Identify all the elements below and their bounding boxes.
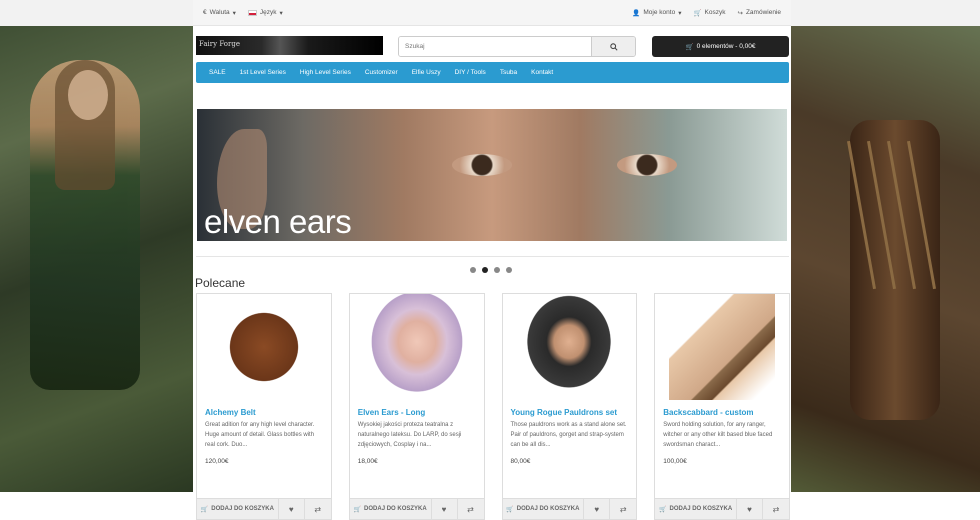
nav-item-diy-tools[interactable]: DIY / Tools bbox=[448, 69, 493, 76]
quiver-figure bbox=[846, 120, 940, 420]
heart-icon: ♥ bbox=[747, 504, 752, 514]
account-label: Moje konto bbox=[643, 9, 676, 16]
header: Fairy Forge 🛒 0 elementów - 0,00€ bbox=[193, 26, 791, 60]
polish-flag-icon bbox=[247, 9, 257, 16]
product-name[interactable]: Young Rogue Pauldrons set bbox=[503, 400, 637, 420]
search-bar bbox=[398, 36, 636, 57]
product-name[interactable]: Backscabbard - custom bbox=[655, 400, 789, 420]
wishlist-button[interactable]: ♥ bbox=[279, 499, 305, 519]
checkout-label: Zamówienie bbox=[745, 9, 781, 16]
product-description: Those pauldrons work as a stand alone se… bbox=[510, 422, 627, 448]
user-icon: 👤 bbox=[632, 9, 641, 17]
wishlist-button[interactable]: ♥ bbox=[584, 499, 611, 519]
cart-icon: 🛒 bbox=[200, 506, 209, 513]
logo-text: Fairy Forge bbox=[199, 40, 240, 48]
cart-link[interactable]: 🛒 Koszyk bbox=[693, 9, 725, 17]
product-card: Elven Ears - Long Wysokiej jakości prote… bbox=[348, 293, 485, 520]
product-price: 18,00€ bbox=[357, 458, 378, 465]
product-description: Wysokiej jakości proteza teatralna z nat… bbox=[357, 422, 462, 448]
heart-icon: ♥ bbox=[441, 504, 447, 514]
hero-banner[interactable]: elven ears bbox=[197, 109, 787, 241]
main-navigation: SALE 1st Level Series High Level Series … bbox=[196, 62, 789, 83]
product-price: 80,00€ bbox=[510, 458, 531, 465]
cart-button-label: 0 elementów - 0,00€ bbox=[696, 43, 756, 50]
exchange-icon: ⇄ bbox=[467, 504, 474, 514]
compare-button[interactable]: ⇄ bbox=[458, 499, 484, 519]
carousel-dot-active[interactable] bbox=[482, 267, 488, 273]
cart-button[interactable]: 🛒 0 elementów - 0,00€ bbox=[652, 36, 789, 57]
product-image[interactable] bbox=[516, 294, 623, 400]
cart-icon: 🛒 bbox=[353, 506, 362, 513]
product-image[interactable] bbox=[669, 294, 776, 400]
page-container: € Waluta ▾ Język ▾ 👤 Moje konto ▾ 🛒 Kosz… bbox=[193, 0, 791, 520]
carousel-dot[interactable] bbox=[470, 267, 476, 273]
banner-caption: elven ears bbox=[204, 203, 352, 240]
add-to-cart-button[interactable]: 🛒 DODAJ DO KOSZYKA bbox=[350, 499, 432, 519]
exchange-icon: ⇄ bbox=[772, 504, 780, 514]
site-logo[interactable]: Fairy Forge bbox=[196, 36, 383, 55]
nav-item-elfie-uszy[interactable]: Elfie Uszy bbox=[405, 69, 448, 76]
nav-item-kontakt[interactable]: Kontakt bbox=[524, 69, 560, 76]
background-image-left bbox=[0, 0, 193, 520]
nav-item-high-level-series[interactable]: High Level Series bbox=[293, 69, 358, 76]
search-button[interactable] bbox=[591, 37, 635, 56]
nav-item-tsuba[interactable]: Tsuba bbox=[493, 69, 524, 76]
cart-icon: 🛒 bbox=[693, 9, 702, 17]
caret-down-icon: ▾ bbox=[678, 9, 682, 17]
share-icon: ↪ bbox=[737, 9, 743, 17]
caret-down-icon: ▾ bbox=[232, 9, 236, 17]
product-image[interactable] bbox=[210, 294, 317, 400]
add-to-cart-button[interactable]: 🛒 DODAJ DO KOSZYKA bbox=[197, 499, 279, 519]
product-card: Young Rogue Pauldrons set Those pauldron… bbox=[501, 293, 638, 520]
compare-button[interactable]: ⇄ bbox=[305, 499, 331, 519]
euro-icon: € bbox=[203, 9, 207, 16]
product-price: 100,00€ bbox=[663, 458, 687, 465]
product-grid: Alchemy Belt Great adition for any high … bbox=[196, 293, 790, 520]
wishlist-button[interactable]: ♥ bbox=[737, 499, 763, 519]
compare-button[interactable]: ⇄ bbox=[610, 499, 636, 519]
elf-warrior-figure bbox=[30, 60, 140, 390]
search-icon bbox=[609, 42, 618, 51]
search-input[interactable] bbox=[399, 37, 591, 56]
product-image[interactable] bbox=[363, 294, 470, 400]
carousel-dot[interactable] bbox=[506, 267, 512, 273]
cart-icon: 🛒 bbox=[685, 43, 694, 51]
currency-dropdown[interactable]: € Waluta ▾ bbox=[203, 9, 236, 17]
product-card: Alchemy Belt Great adition for any high … bbox=[196, 293, 332, 520]
nav-item-customizer[interactable]: Customizer bbox=[358, 69, 405, 76]
product-description: Great adition for any high level charact… bbox=[205, 422, 315, 448]
exchange-icon: ⇄ bbox=[314, 504, 322, 514]
carousel-dot[interactable] bbox=[494, 267, 500, 273]
product-price: 120,00€ bbox=[205, 458, 229, 465]
heart-icon: ♥ bbox=[594, 504, 600, 514]
wishlist-button[interactable]: ♥ bbox=[432, 499, 458, 519]
exchange-icon: ⇄ bbox=[619, 504, 627, 514]
add-to-cart-button[interactable]: 🛒 DODAJ DO KOSZYKA bbox=[503, 499, 585, 519]
compare-button[interactable]: ⇄ bbox=[763, 499, 789, 519]
add-to-cart-button[interactable]: 🛒 DODAJ DO KOSZYKA bbox=[655, 499, 737, 519]
nav-item-1st-level-series[interactable]: 1st Level Series bbox=[233, 69, 293, 76]
caret-down-icon: ▾ bbox=[279, 9, 283, 17]
section-title: Polecane bbox=[195, 276, 246, 290]
language-label: Język bbox=[259, 9, 277, 16]
product-card: Backscabbard - custom Sword holding solu… bbox=[654, 293, 790, 520]
cart-label: Koszyk bbox=[704, 9, 726, 16]
product-description: Sword holding solution, for any ranger, … bbox=[663, 422, 773, 448]
language-dropdown[interactable]: Język ▾ bbox=[247, 9, 283, 17]
top-bar: € Waluta ▾ Język ▾ 👤 Moje konto ▾ 🛒 Kosz… bbox=[193, 0, 791, 26]
currency-label: Waluta bbox=[209, 9, 230, 16]
background-image-right bbox=[791, 0, 980, 520]
product-name[interactable]: Elven Ears - Long bbox=[350, 400, 484, 420]
checkout-link[interactable]: ↪ Zamówienie bbox=[738, 9, 782, 17]
carousel-indicators bbox=[470, 267, 512, 273]
cart-icon: 🛒 bbox=[506, 506, 514, 513]
nav-item-sale[interactable]: SALE bbox=[202, 69, 233, 76]
cart-icon: 🛒 bbox=[659, 506, 667, 513]
product-name[interactable]: Alchemy Belt bbox=[197, 400, 331, 420]
heart-icon: ♥ bbox=[288, 504, 294, 514]
account-dropdown[interactable]: 👤 Moje konto ▾ bbox=[632, 9, 681, 17]
